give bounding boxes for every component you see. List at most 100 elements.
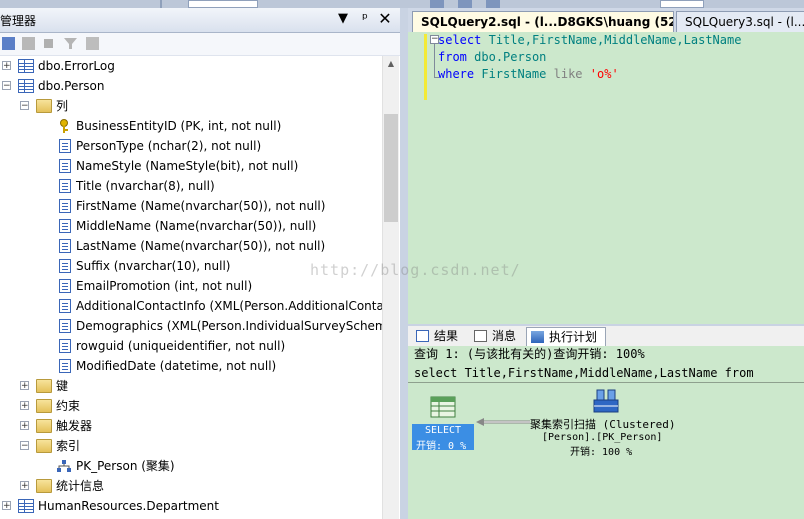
primary-key-icon (56, 119, 72, 133)
expand-icon[interactable]: + (2, 501, 11, 511)
column-icon (59, 359, 71, 373)
tab-execution-plan[interactable]: 执行计划 (526, 327, 606, 347)
folder-icon (36, 99, 52, 113)
select-node-label: SELECT (424, 425, 462, 436)
toolbar-button[interactable] (430, 0, 444, 8)
tree-item-label: BusinessEntityID (PK, int, not null) (76, 119, 282, 133)
tree-item-label: NameStyle (NameStyle(bit), not null) (76, 159, 299, 173)
expand-icon[interactable]: + (20, 481, 29, 491)
tree-folder-columns[interactable]: − 列 (0, 96, 382, 116)
tab-sqlquery3[interactable]: SQLQuery3.sql - (l...D (676, 11, 804, 32)
tree-column-emailpromotion[interactable]: EmailPromotion (int, not null) (0, 276, 382, 296)
message-icon (474, 330, 487, 342)
tree-folder-constraints[interactable]: + 约束 (0, 396, 382, 416)
close-icon[interactable]: ✕ (376, 10, 394, 28)
stop-icon[interactable] (44, 39, 53, 48)
expand-icon[interactable]: + (20, 381, 29, 391)
column-icon (59, 239, 71, 253)
tab-results-label: 结果 (434, 329, 459, 343)
tree-item-department[interactable]: + HumanResources.Department (0, 496, 382, 516)
tree-folder-statistics[interactable]: + 统计信息 (0, 476, 382, 496)
tree-folder-indexes[interactable]: − 索引 (0, 436, 382, 456)
select-node-icon[interactable] (430, 396, 456, 420)
tree-column-rowguid[interactable]: rowguid (uniqueidentifier, not null) (0, 336, 382, 356)
toolbar-button[interactable] (486, 0, 500, 8)
tree-item-label: ModifiedDate (datetime, not null) (76, 359, 277, 373)
tab-plan-label: 执行计划 (549, 330, 598, 344)
tree-item-label: HumanResources.Department (38, 499, 219, 513)
collapse-icon[interactable]: − (20, 441, 29, 451)
index-icon (56, 459, 72, 473)
select-node[interactable]: SELECT 开销: 0 % (412, 424, 474, 452)
query-cost-header: 查询 1: (与该批有关的)查询开销: 100% (414, 347, 645, 361)
tree-item-label: 列 (56, 99, 69, 113)
folder-icon (36, 479, 52, 493)
tab-results[interactable]: 结果 (412, 327, 470, 346)
tree-item-person[interactable]: − dbo.Person (0, 76, 382, 96)
tree-column-persontype[interactable]: PersonType (nchar(2), not null) (0, 136, 382, 156)
clustered-index-scan-icon[interactable] (592, 388, 620, 414)
tree-column-middlename[interactable]: MiddleName (Name(nvarchar(50)), null) (0, 216, 382, 236)
tab-sqlquery2[interactable]: SQLQuery2.sql - (l...D8GKS\huang (52))* (412, 11, 674, 32)
operator: like (553, 67, 583, 81)
dropdown-arrow-icon[interactable]: ▼ (334, 10, 352, 28)
collapse-icon[interactable]: − (20, 101, 29, 111)
top-toolbar-strip (0, 0, 804, 8)
scroll-up-arrow-icon[interactable]: ▲ (383, 56, 399, 72)
results-tab-strip: 结果 消息 执行计划 (408, 326, 804, 347)
tree-column-modifieddate[interactable]: ModifiedDate (datetime, not null) (0, 356, 382, 376)
vertical-scrollbar[interactable]: ▲ (382, 56, 399, 519)
execution-plan-panel: 查询 1: (与该批有关的)查询开销: 100% select Title,Fi… (408, 346, 804, 519)
tree-item-errorlog[interactable]: + dbo.ErrorLog (0, 56, 382, 76)
object-explorer-title: 管理器 (0, 14, 37, 28)
filter-icon[interactable] (64, 37, 77, 50)
toolbar-button[interactable] (458, 0, 472, 8)
code-line-1: select Title,FirstName,MiddleName,LastNa… (438, 32, 741, 49)
table-icon (18, 499, 34, 513)
refresh-icon[interactable] (86, 37, 99, 50)
tree-column-lastname[interactable]: LastName (Name(nvarchar(50)), not null) (0, 236, 382, 256)
identifier: Title,FirstName,MiddleName,LastName (488, 33, 742, 47)
tree-folder-triggers[interactable]: + 触发器 (0, 416, 382, 436)
expand-icon[interactable]: + (20, 421, 29, 431)
toolbar-dropdown[interactable] (188, 0, 258, 8)
folder-icon (36, 379, 52, 393)
tab-messages-label: 消息 (492, 329, 517, 343)
tree-item-label: MiddleName (Name(nvarchar(50)), null) (76, 219, 317, 233)
query-editor[interactable]: − select Title,FirstName,MiddleName,Last… (408, 32, 804, 324)
tree-column-namestyle[interactable]: NameStyle (NameStyle(bit), not null) (0, 156, 382, 176)
tree-column-title[interactable]: Title (nvarchar(8), null) (0, 176, 382, 196)
identifier: dbo.Person (474, 50, 547, 64)
tree-column-additionalcontactinfo[interactable]: AdditionalContactInfo (XML(Person.Additi… (0, 296, 382, 316)
pin-icon[interactable]: ᵖ (356, 10, 374, 28)
tree-item-label: dbo.Person (38, 79, 105, 93)
scan-node-cost: 开销: 100 % (570, 447, 633, 458)
scrollbar-thumb[interactable] (384, 114, 398, 222)
tree-item-label: AdditionalContactInfo (XML(Person.Additi… (76, 299, 382, 313)
tree-item-label: Demographics (XML(Person.IndividualSurve… (76, 319, 382, 333)
collapse-icon[interactable]: − (2, 81, 11, 91)
tree-item-label: 约束 (56, 399, 81, 413)
tree-column-firstname[interactable]: FirstName (Name(nvarchar(50)), not null) (0, 196, 382, 216)
connect-icon[interactable] (2, 37, 15, 50)
code-line-3: where FirstName like 'o%' (438, 66, 619, 83)
execution-plan-icon (531, 331, 544, 343)
tree-column-businessentityid[interactable]: BusinessEntityID (PK, int, not null) (0, 116, 382, 136)
expand-icon[interactable]: + (20, 401, 29, 411)
select-node-cost: 开销: 0 % (416, 441, 467, 452)
column-icon (59, 319, 71, 333)
toolbar-combobox[interactable] (660, 0, 704, 8)
tab-messages[interactable]: 消息 (470, 327, 528, 346)
object-explorer-tree: + dbo.ErrorLog − dbo.Person − 列 BusinessEntity… (0, 56, 382, 519)
tree-folder-keys[interactable]: + 键 (0, 376, 382, 396)
table-icon (18, 59, 34, 73)
change-marker (424, 34, 427, 100)
column-icon (59, 199, 71, 213)
expand-icon[interactable]: + (2, 61, 11, 71)
plan-header: 查询 1: (与该批有关的)查询开销: 100% select Title,Fi… (408, 346, 804, 383)
tree-index-pk-person[interactable]: PK_Person (聚集) (0, 456, 382, 476)
disconnect-icon[interactable] (22, 37, 35, 50)
folder-icon (36, 399, 52, 413)
query-text: select Title,FirstName,MiddleName,LastNa… (414, 366, 754, 380)
tree-column-demographics[interactable]: Demographics (XML(Person.IndividualSurve… (0, 316, 382, 336)
